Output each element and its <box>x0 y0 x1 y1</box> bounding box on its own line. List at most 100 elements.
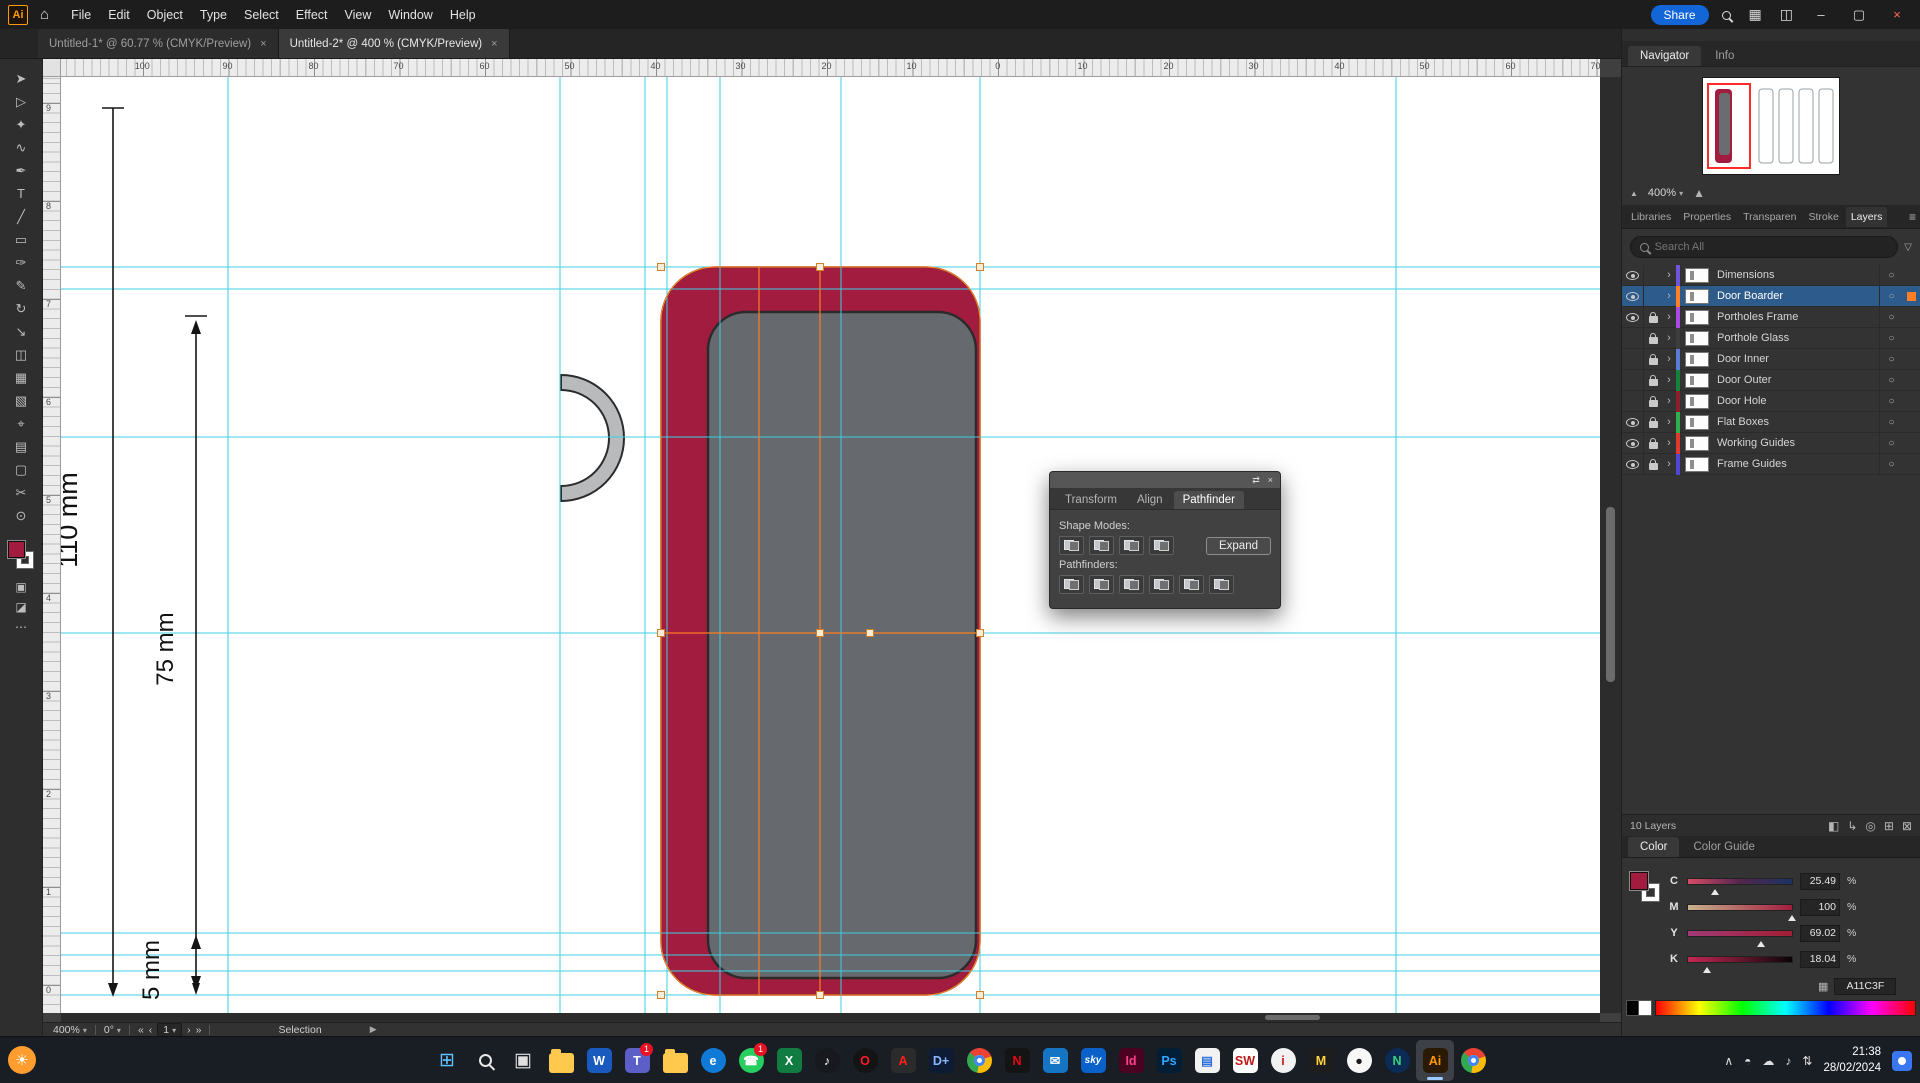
teams[interactable]: T 1 <box>618 1040 656 1081</box>
ruler-origin[interactable] <box>43 59 61 77</box>
channel-slider[interactable] <box>1687 930 1793 937</box>
menu-item[interactable]: Select <box>244 8 279 22</box>
fill-stroke-indicator[interactable] <box>1630 872 1670 912</box>
volume-icon[interactable]: ♪ <box>1785 1054 1791 1068</box>
visibility-toggle[interactable] <box>1622 412 1644 432</box>
document-tab[interactable]: Untitled-2* @ 400 % (CMYK/Preview) × <box>279 29 510 58</box>
network-icon[interactable]: ⇅ <box>1802 1054 1812 1068</box>
layer-name[interactable]: Dimensions <box>1717 269 1879 281</box>
layer-row[interactable]: › Working Guides ○ <box>1622 433 1920 454</box>
layer-target-circle[interactable]: ○ <box>1879 391 1903 411</box>
swatch-grid-icon[interactable]: ▦ <box>1818 980 1828 993</box>
panel-tab[interactable]: Info <box>1703 46 1746 66</box>
magic-wand-tool[interactable]: ✦ <box>7 113 35 136</box>
trim-button[interactable] <box>1089 575 1114 594</box>
toolbar-more-icon[interactable]: ⋯ <box>7 617 35 637</box>
panel-tab[interactable]: Color <box>1628 837 1679 857</box>
lock-toggle[interactable] <box>1644 433 1662 453</box>
white-swatch[interactable] <box>1639 1000 1652 1016</box>
layer-name[interactable]: Porthole Glass <box>1717 332 1879 344</box>
shape-builder-tool[interactable]: ◫ <box>7 343 35 366</box>
layer-name[interactable]: Door Hole <box>1717 395 1879 407</box>
home-icon[interactable]: ⌂ <box>36 6 53 23</box>
delete-layer-icon[interactable]: ⊠ <box>1902 819 1912 833</box>
intersect-button[interactable] <box>1119 536 1144 555</box>
weather-widget[interactable]: ☀ <box>8 1046 36 1074</box>
exclude-button[interactable] <box>1149 536 1174 555</box>
slider-thumb[interactable] <box>1757 937 1765 947</box>
zoom-out-icon[interactable]: ▲ <box>1630 189 1638 198</box>
disney-plus[interactable]: D+ <box>922 1040 960 1081</box>
info-app[interactable]: i <box>1264 1040 1302 1081</box>
visibility-toggle[interactable] <box>1622 286 1644 306</box>
nordvpn[interactable]: N <box>1378 1040 1416 1081</box>
layer-thumbnail[interactable] <box>1685 394 1709 409</box>
channel-value[interactable]: 69.02 <box>1800 925 1840 942</box>
porthole-shape[interactable] <box>561 375 624 501</box>
layer-row[interactable]: › Flat Boxes ○ <box>1622 412 1920 433</box>
outline-button[interactable] <box>1179 575 1204 594</box>
cloud-icon[interactable]: ☁ <box>1762 1054 1774 1068</box>
panel-title-bar[interactable]: ⇄ × <box>1050 472 1280 488</box>
navigator-zoom-dropdown[interactable]: 400%▾ <box>1648 187 1683 199</box>
layer-target-circle[interactable]: ○ <box>1879 265 1903 285</box>
pen-tool[interactable]: ✒ <box>7 159 35 182</box>
make-clipping-mask-icon[interactable]: ◧ <box>1828 819 1839 833</box>
eyedropper-tool[interactable]: ⌖ <box>7 412 35 435</box>
draw-mode-icon[interactable]: ◪ <box>7 597 35 617</box>
illustrator[interactable]: Ai <box>1416 1040 1454 1081</box>
expand-layer-arrow[interactable]: › <box>1662 332 1676 344</box>
status-expand-icon[interactable]: ▶ <box>370 1024 377 1035</box>
lock-toggle[interactable] <box>1644 349 1662 369</box>
close-panel-icon[interactable]: × <box>1268 475 1273 485</box>
layer-row[interactable]: › Dimensions ○ <box>1622 265 1920 286</box>
visibility-toggle[interactable] <box>1622 349 1644 369</box>
black-swatch[interactable] <box>1626 1000 1639 1016</box>
line-segment-tool[interactable]: ╱ <box>7 205 35 228</box>
layer-thumbnail[interactable] <box>1685 436 1709 451</box>
notifications-icon[interactable] <box>1892 1051 1912 1071</box>
search-input[interactable] <box>1655 241 1889 253</box>
slider-thumb[interactable] <box>1711 885 1719 895</box>
artboard-tool[interactable]: ▢ <box>7 458 35 481</box>
acrobat[interactable]: A <box>884 1040 922 1081</box>
close-tab-icon[interactable]: × <box>260 38 266 50</box>
layer-name[interactable]: Door Outer <box>1717 374 1879 386</box>
maximize-button[interactable]: ▢ <box>1844 7 1874 23</box>
layer-target-circle[interactable]: ○ <box>1879 286 1903 306</box>
color-spectrum-bar[interactable] <box>1655 1000 1916 1016</box>
excel[interactable]: X <box>770 1040 808 1081</box>
layer-row[interactable]: › Portholes Frame ○ <box>1622 307 1920 328</box>
channel-value[interactable]: 18.04 <box>1800 951 1840 968</box>
merge-button[interactable] <box>1119 575 1144 594</box>
filter-icon[interactable]: ▽ <box>1904 242 1912 253</box>
panel-tab[interactable]: Layers <box>1846 207 1888 227</box>
lock-toggle[interactable] <box>1644 454 1662 474</box>
graph-tool[interactable]: ▤ <box>7 435 35 458</box>
workspace-switcher-icon[interactable]: ◫ <box>1775 6 1798 23</box>
rectangle-tool[interactable]: ▭ <box>7 228 35 251</box>
slider-thumb[interactable] <box>1788 911 1796 921</box>
illustrator-logo[interactable]: Ai <box>8 5 28 25</box>
clock[interactable]: 21:38 28/02/2024 <box>1823 1045 1881 1076</box>
edge[interactable]: e <box>694 1040 732 1081</box>
layer-target-circle[interactable]: ○ <box>1879 412 1903 432</box>
panel-tab[interactable]: Pathfinder <box>1174 491 1244 509</box>
layer-target-circle[interactable]: ○ <box>1879 454 1903 474</box>
netflix[interactable]: N <box>998 1040 1036 1081</box>
color-mode-icon[interactable]: ▣ <box>7 577 35 597</box>
scrollbar-thumb[interactable] <box>1606 507 1615 682</box>
paintbrush-tool[interactable]: ✑ <box>7 251 35 274</box>
expand-layer-arrow[interactable]: › <box>1662 353 1676 365</box>
next-artboard-button[interactable]: › <box>187 1024 191 1036</box>
indesign[interactable]: Id <box>1112 1040 1150 1081</box>
folder[interactable] <box>656 1040 694 1081</box>
panel-tab[interactable]: Align <box>1128 491 1172 509</box>
expand-layer-arrow[interactable]: › <box>1662 374 1676 386</box>
menu-item[interactable]: Effect <box>296 8 328 22</box>
selection-tool[interactable]: ➤ <box>7 67 35 90</box>
chrome-secondary[interactable] <box>1454 1040 1492 1081</box>
rotation-dropdown[interactable]: 0°▾ <box>104 1024 121 1036</box>
zoom-tool[interactable]: ⊙ <box>7 504 35 527</box>
visibility-toggle[interactable] <box>1622 265 1644 285</box>
